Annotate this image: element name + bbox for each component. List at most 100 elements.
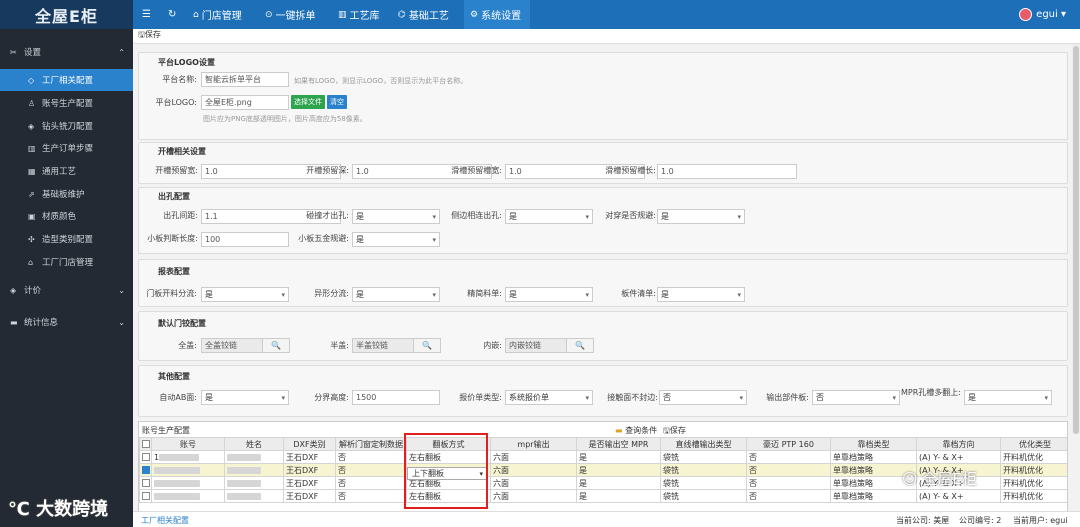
redacted-block <box>154 466 200 474</box>
groove-width-label: 开槽预留宽: <box>155 166 198 175</box>
scrollbar-thumb[interactable] <box>1073 46 1079 434</box>
groove-settings-panel: 开槽相关设置 开槽预留宽: 1.0 开槽预留深: 1.0 滑槽预留槽宽: 1.0… <box>138 142 1068 184</box>
choose-file-button[interactable]: 选择文件 <box>291 95 325 109</box>
row-checkbox[interactable] <box>139 476 152 490</box>
empty-mpr-cell: 是 <box>576 450 661 464</box>
table-row[interactable]: 1 王石DXF 否 左右翻板 六面 是 袋铣 否 单靠档策略 (A) Y- & … <box>139 450 1067 464</box>
sidebar-item-stats[interactable]: ▬ 统计信息 ⌄ <box>0 311 133 333</box>
redacted-block <box>227 492 261 500</box>
side-hole-select[interactable]: 是 <box>505 209 593 224</box>
sidebar-item-base-board[interactable]: ⇗ 基础板维护 <box>0 183 133 205</box>
column-header[interactable]: 靠档类型 <box>830 437 917 451</box>
nav-store-management[interactable]: ⌂ 门店管理 <box>193 0 242 29</box>
nav-split-order[interactable]: ⊙ 一键拆单 <box>265 0 316 29</box>
auto-ab-select[interactable]: 是 <box>201 390 289 405</box>
highlight-box <box>404 433 488 509</box>
collide-hole-label: 碰撞才出孔: <box>306 211 349 220</box>
sidebar-item-shape-category[interactable]: ✣ 造型类别配置 <box>0 228 133 250</box>
slide-groove-length-input[interactable]: 1.0 <box>657 164 797 179</box>
sidebar-item-drill-config[interactable]: ◈ 钻头铣刀配置 <box>0 115 133 137</box>
sidebar-item-factory-config[interactable]: ◇ 工厂相关配置 <box>0 69 133 91</box>
slide-groove-length-label: 滑槽预留槽长: <box>605 166 656 175</box>
account-cell <box>151 476 225 490</box>
shape-split-select[interactable]: 是 <box>352 287 440 302</box>
through-avoid-select[interactable]: 是 <box>657 209 745 224</box>
half-overlay-input[interactable]: 半盖铰链 <box>352 338 414 353</box>
save-button[interactable]: 🖫保存 <box>138 29 161 43</box>
row-checkbox[interactable] <box>139 489 152 503</box>
user-menu[interactable]: egui ▾ <box>1019 0 1066 29</box>
watermark-left: ℃ 大数跨境 <box>8 499 109 520</box>
nav-process-library[interactable]: ▥ 工艺库 <box>338 0 380 29</box>
column-header[interactable]: 姓名 <box>224 437 284 451</box>
board-list-label: 板件清单: <box>621 289 656 298</box>
sidebar-item-pricing[interactable]: ◈ 计价 ⌄ <box>0 279 133 301</box>
column-header[interactable]: 解析门窗定制数据 <box>335 437 407 451</box>
platform-logo-input[interactable]: 全屋E柜.png <box>201 95 289 110</box>
output-part-select[interactable]: 否 <box>812 390 900 405</box>
small-board-input[interactable]: 100 <box>201 232 289 247</box>
chevron-up-icon: ⌃ <box>118 47 125 57</box>
hardware-avoid-select[interactable]: 是 <box>352 232 440 247</box>
table-row[interactable]: 王石DXF 否 左右翻板 六面 是 袋铣 否 单靠档策略 (A) Y- & X+… <box>139 489 1067 503</box>
stop-type-cell: 单靠档策略 <box>830 489 917 503</box>
platform-name-input[interactable]: 智能云拆单平台 <box>201 72 289 87</box>
inset-input[interactable]: 内嵌铰链 <box>505 338 567 353</box>
query-button[interactable]: ▬ 查询条件 <box>615 425 657 436</box>
column-header[interactable]: 豪迈 PTP 160 <box>746 437 831 451</box>
sidebar-item-account-config[interactable]: ♙ 账号生产配置 <box>0 92 133 114</box>
menu-toggle-icon[interactable]: ☰ <box>142 0 151 29</box>
door-split-select[interactable]: 是 <box>201 287 289 302</box>
column-header[interactable]: 靠档方向 <box>916 437 1001 451</box>
folder-icon: ▬ <box>615 426 623 435</box>
ptp-cell: 否 <box>746 463 831 477</box>
refresh-icon[interactable]: ↻ <box>168 0 176 29</box>
edge-seal-select[interactable]: 否 <box>659 390 747 405</box>
house-icon: ⌂ <box>28 257 34 267</box>
search-icon[interactable]: 🔍 <box>263 338 290 353</box>
mpr-flip-select[interactable]: 是 <box>964 390 1052 405</box>
collide-hole-select[interactable]: 是 <box>352 209 440 224</box>
select-all-checkbox[interactable] <box>139 437 152 451</box>
row-checkbox[interactable] <box>139 463 152 477</box>
mpr-cell: 六面 <box>490 463 577 477</box>
sidebar-item-material-color[interactable]: ▣ 材质颜色 <box>0 205 133 227</box>
column-header[interactable]: 是否输出空 MPR <box>576 437 661 451</box>
cloud-icon: ⌬ <box>398 9 406 20</box>
account-cell: 1 <box>151 450 225 464</box>
stop-dir-cell: (A) Y- & X+ <box>916 489 1001 503</box>
search-icon[interactable]: 🔍 <box>567 338 594 353</box>
gear-icon: ⚙ <box>470 9 479 20</box>
board-list-select[interactable]: 是 <box>657 287 745 302</box>
door-split-label: 门板开料分流: <box>146 289 197 298</box>
sidebar-item-settings[interactable]: ✂ 设置 ⌃ <box>0 41 133 63</box>
row-checkbox[interactable] <box>139 450 152 464</box>
watermark-right: ☺ 全屋E柜 <box>902 470 977 488</box>
sidebar-item-order-steps[interactable]: ▥ 生产订单步骤 <box>0 137 133 159</box>
column-header[interactable]: 账号 <box>151 437 225 451</box>
clear-button[interactable]: 清空 <box>327 95 347 109</box>
dxf-cell: 王石DXF <box>283 476 336 490</box>
column-header[interactable]: 优化类型 <box>1000 437 1067 451</box>
name-cell <box>224 476 284 490</box>
nav-system-settings[interactable]: ⚙ 系统设置 <box>464 0 530 29</box>
boundary-height-input[interactable]: 1500 <box>352 390 440 405</box>
nav-basic-process[interactable]: ⌬ 基础工艺 <box>398 0 449 29</box>
boundary-height-label: 分界高度: <box>314 393 349 402</box>
sidebar-item-general-process[interactable]: ▦ 通用工艺 <box>0 160 133 182</box>
sidebar-item-factory-store[interactable]: ⌂ 工厂门店管理 <box>0 251 133 273</box>
simple-list-select[interactable]: 是 <box>505 287 593 302</box>
redacted-block <box>227 453 261 461</box>
save-icon: 🖫 <box>138 30 145 39</box>
hinge-settings-panel: 默认门铰配置 全盖: 全盖铰链 🔍 半盖: 半盖铰链 🔍 内嵌: 内嵌铰链 🔍 <box>138 311 1068 361</box>
line-groove-cell: 袋铣 <box>660 476 747 490</box>
status-tab[interactable]: 工厂相关配置 <box>141 515 189 526</box>
diamond-icon: ◈ <box>28 121 35 131</box>
column-header[interactable]: 直线槽输出类型 <box>660 437 747 451</box>
column-header[interactable]: mpr输出 <box>490 437 577 451</box>
avatar <box>1019 8 1033 21</box>
full-overlay-input[interactable]: 全盖铰链 <box>201 338 263 353</box>
platform-logo-hint: 图片应为PNG底部透明图片，图片高度应为58像素。 <box>203 115 367 123</box>
column-header[interactable]: DXF类别 <box>283 437 336 451</box>
quote-type-select[interactable]: 系统报价单 <box>505 390 593 405</box>
